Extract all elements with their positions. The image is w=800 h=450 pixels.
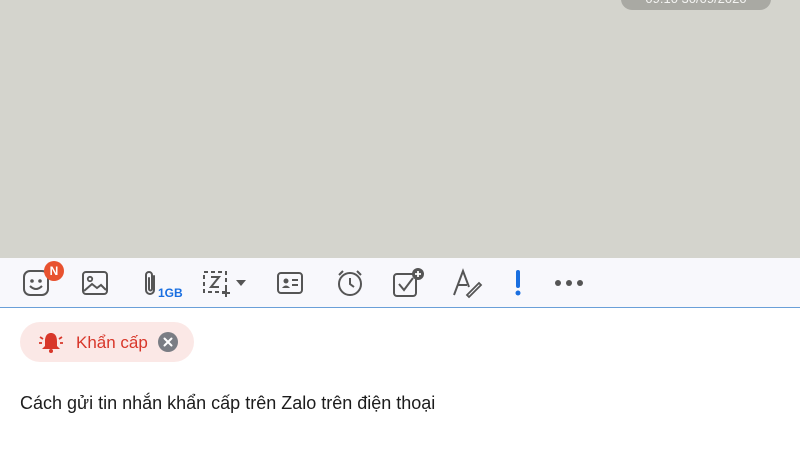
text-format-icon bbox=[453, 268, 483, 299]
contact-card-icon bbox=[277, 272, 303, 294]
remove-urgent-button[interactable] bbox=[158, 332, 178, 352]
reminder-button[interactable] bbox=[332, 266, 368, 300]
task-button[interactable] bbox=[390, 266, 426, 300]
image-button[interactable] bbox=[77, 266, 113, 300]
more-options-button[interactable] bbox=[551, 266, 587, 300]
new-badge: N bbox=[44, 261, 64, 281]
screenshot-icon bbox=[203, 271, 246, 297]
message-timestamp: 09:10 30/09/2020 bbox=[621, 0, 771, 10]
chat-area: 09:10 30/09/2020 bbox=[0, 0, 800, 258]
attachment-size-label: 1GB bbox=[158, 286, 183, 300]
alarm-icon bbox=[338, 270, 362, 296]
alarm-bell-icon bbox=[39, 333, 63, 353]
more-icon bbox=[555, 280, 583, 286]
message-input[interactable]: Cách gửi tin nhắn khẩn cấp trên Zalo trê… bbox=[20, 393, 435, 414]
urgent-icon bbox=[515, 270, 521, 296]
urgent-tag-chip: Khẩn cấp bbox=[20, 322, 194, 362]
text-format-button[interactable] bbox=[448, 266, 484, 300]
task-icon bbox=[393, 268, 424, 297]
close-icon bbox=[163, 337, 173, 347]
image-icon bbox=[82, 271, 108, 295]
urgent-tag-label: Khẩn cấp bbox=[76, 333, 148, 352]
screenshot-button[interactable] bbox=[200, 266, 250, 300]
compose-toolbar bbox=[0, 258, 800, 308]
contact-card-button[interactable] bbox=[272, 266, 308, 300]
urgent-button[interactable] bbox=[500, 266, 536, 300]
